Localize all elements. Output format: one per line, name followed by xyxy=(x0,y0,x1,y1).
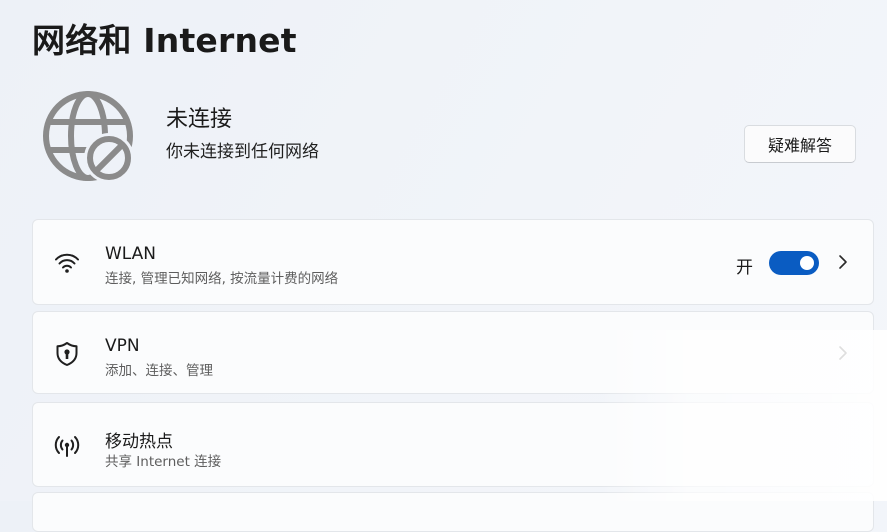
chevron-right-icon xyxy=(839,255,847,269)
wlan-toggle[interactable] xyxy=(769,251,819,275)
vpn-title: VPN xyxy=(105,336,140,356)
connection-status-title: 未连接 xyxy=(166,107,233,132)
next-settings-card[interactable] xyxy=(32,492,874,532)
wlan-toggle-state: 开 xyxy=(736,258,753,278)
vpn-card[interactable]: VPN 添加、连接、管理 xyxy=(32,311,874,394)
hotspot-icon xyxy=(54,436,80,457)
vpn-description: 添加、连接、管理 xyxy=(105,363,213,379)
shield-icon xyxy=(56,342,78,366)
chevron-right-icon xyxy=(839,346,847,360)
hotspot-card[interactable]: 移动热点 共享 Internet 连接 xyxy=(32,402,874,487)
hotspot-title: 移动热点 xyxy=(105,432,173,452)
globe-disconnected-icon xyxy=(43,91,133,181)
page-title: 网络和 Internet xyxy=(32,21,297,60)
wlan-description: 连接, 管理已知网络, 按流量计费的网络 xyxy=(105,271,339,287)
wlan-card[interactable]: WLAN 连接, 管理已知网络, 按流量计费的网络 开 xyxy=(32,219,874,305)
connection-status-subtitle: 你未连接到任何网络 xyxy=(166,142,319,162)
troubleshoot-button[interactable]: 疑难解答 xyxy=(744,125,856,163)
toggle-knob xyxy=(800,256,814,270)
hotspot-description: 共享 Internet 连接 xyxy=(105,454,222,470)
wlan-title: WLAN xyxy=(105,244,157,264)
wifi-icon xyxy=(55,253,79,273)
